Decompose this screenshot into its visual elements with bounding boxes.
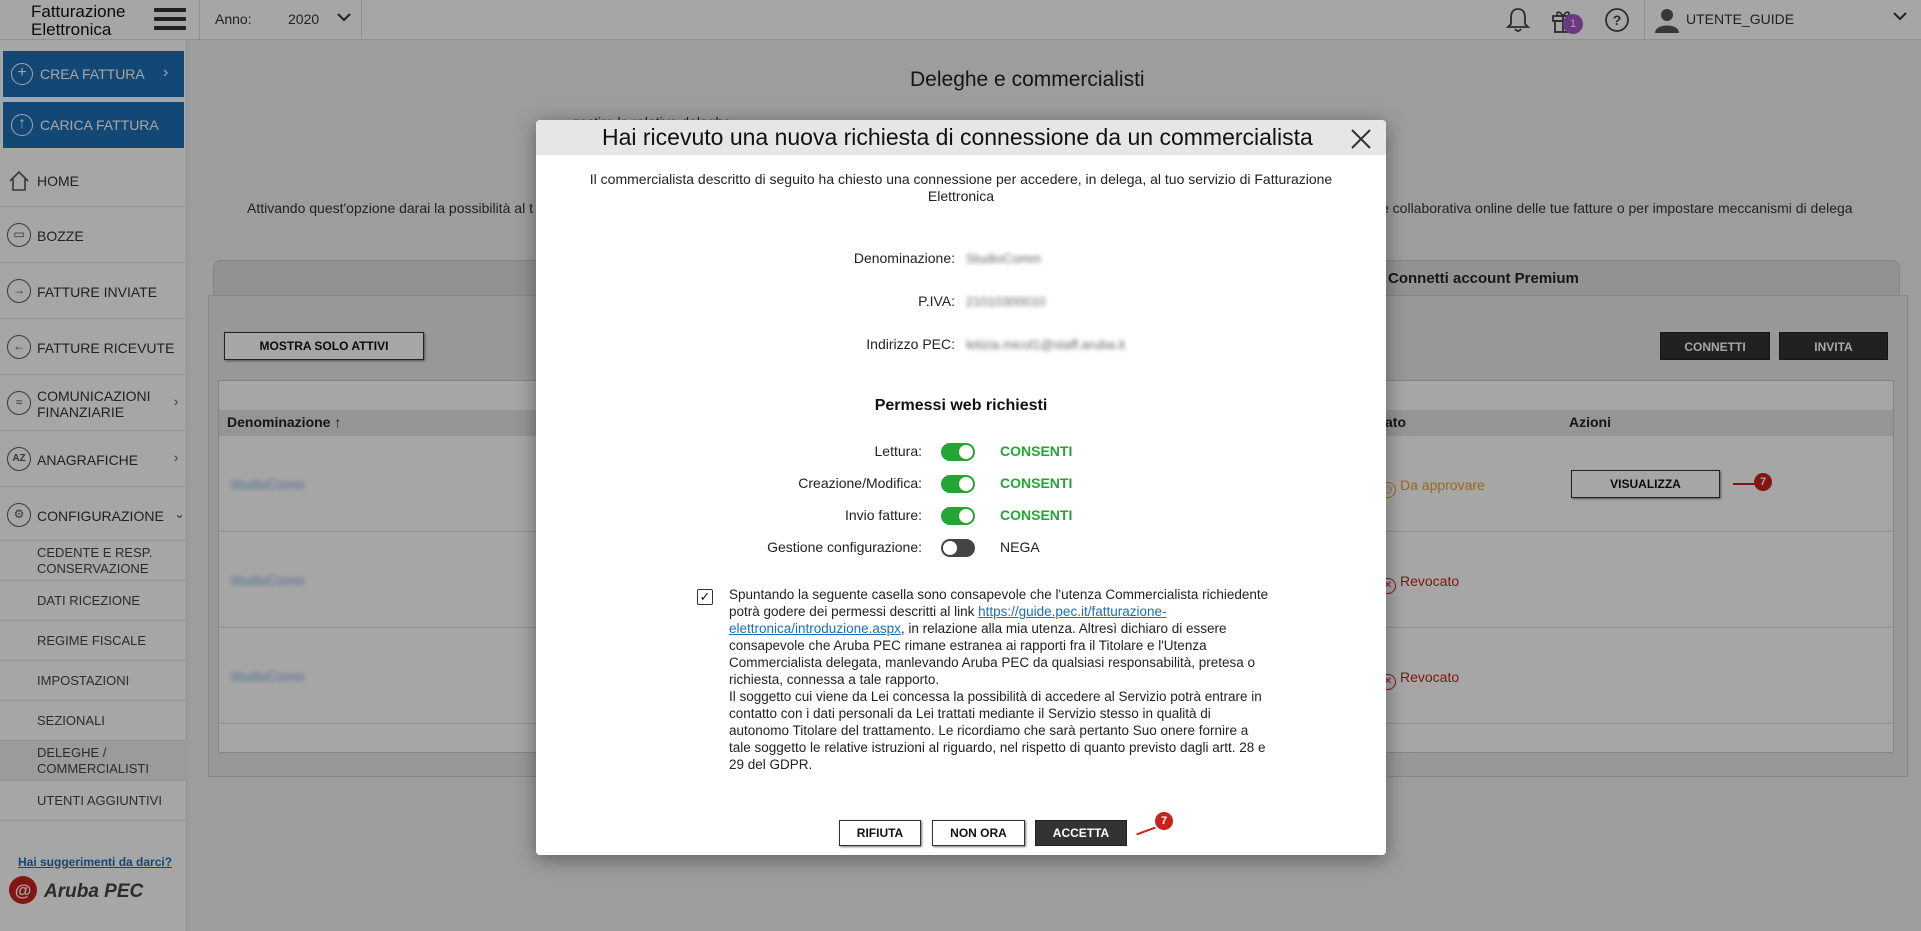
permission-toggle[interactable] xyxy=(941,539,975,557)
permission-label: Lettura: xyxy=(874,443,922,459)
connection-request-modal: Hai ricevuto una nuova richiesta di conn… xyxy=(536,120,1386,855)
consent-text: Spuntando la seguente casella sono consa… xyxy=(729,587,1269,772)
permission-value: CONSENTI xyxy=(1000,443,1073,459)
permission-label: Creazione/Modifica: xyxy=(798,475,922,491)
modal-intro-text: Il commercialista descritto di seguito h… xyxy=(589,171,1333,204)
callout-arrow xyxy=(1136,826,1156,836)
consent-checkbox[interactable]: ✓ xyxy=(697,589,713,605)
permission-value: NEGA xyxy=(1000,539,1040,555)
close-icon[interactable] xyxy=(1350,122,1372,155)
permission-value: CONSENTI xyxy=(1000,507,1073,523)
permissions-title: Permessi web richiesti xyxy=(874,397,1048,414)
not-now-button[interactable]: NON ORA xyxy=(932,820,1025,846)
denominazione-value: StudioComm xyxy=(966,251,1042,266)
permission-toggle[interactable] xyxy=(941,475,975,493)
pec-label: Indirizzo PEC: xyxy=(866,336,955,352)
piva-value: 21010300010 xyxy=(966,294,1046,309)
pec-value: letizia.micol1@staff.aruba.it xyxy=(966,337,1125,352)
accept-button[interactable]: ACCETTA xyxy=(1035,820,1127,846)
permission-toggle[interactable] xyxy=(941,443,975,461)
modal-title: Hai ricevuto una nuova richiesta di conn… xyxy=(602,124,1313,150)
callout-badge: 7 xyxy=(1155,812,1173,830)
permission-value: CONSENTI xyxy=(1000,475,1073,491)
permission-toggle[interactable] xyxy=(941,507,975,525)
permission-label: Invio fatture: xyxy=(844,507,922,523)
piva-label: P.IVA: xyxy=(918,293,955,309)
permission-label: Gestione configurazione: xyxy=(767,539,922,555)
denominazione-label: Denominazione: xyxy=(853,250,955,266)
refuse-button[interactable]: RIFIUTA xyxy=(839,820,921,846)
